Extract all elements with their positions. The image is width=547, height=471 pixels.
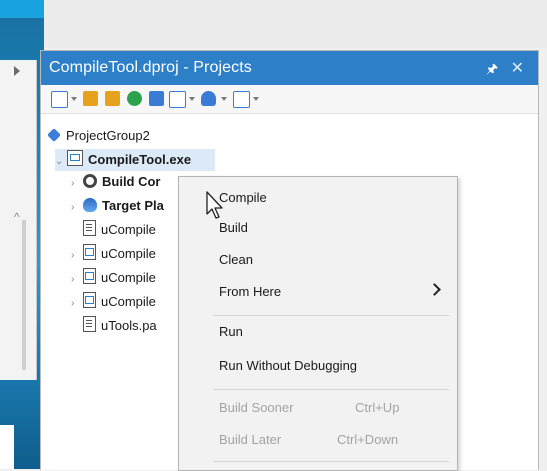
- menu-item-from-here[interactable]: From Here: [219, 281, 281, 303]
- form-file-icon: [83, 244, 96, 260]
- tree-item-target-platforms[interactable]: › Target Pla: [71, 195, 164, 217]
- expand-icon[interactable]: ›: [71, 269, 79, 291]
- menu-item-clean[interactable]: Clean: [219, 249, 253, 271]
- tree-item-unit[interactable]: › uCompile: [71, 243, 156, 265]
- tree-item-label: uTools.pa: [101, 318, 157, 333]
- expand-icon[interactable]: ›: [71, 173, 79, 195]
- shortcut-build-later: Ctrl+Down: [337, 432, 399, 447]
- project-icon: [67, 150, 83, 166]
- expand-icon[interactable]: ›: [71, 197, 79, 219]
- adjacent-window-corner: [0, 425, 14, 469]
- mouse-cursor-icon: [206, 191, 223, 219]
- form-file-icon: [83, 268, 96, 284]
- pin-icon[interactable]: 🖈: [486, 60, 498, 82]
- form-file-icon: [83, 292, 96, 308]
- menu-item-build-later[interactable]: Build Later: [219, 429, 281, 451]
- menu-item-run-without-debugging[interactable]: Run Without Debugging: [219, 355, 357, 377]
- panel-titlebar[interactable]: CompileTool.dproj - Projects 🖈 ✕: [41, 51, 538, 85]
- chevron-down-icon[interactable]: [221, 97, 227, 101]
- tree-item-label: Build Cor: [102, 174, 161, 189]
- tree-item-label: uCompile: [101, 294, 156, 309]
- menu-separator: [213, 389, 449, 390]
- menu-item-compile[interactable]: Compile: [219, 187, 267, 209]
- chevron-down-icon[interactable]: [71, 97, 77, 101]
- window-icon[interactable]: [233, 91, 250, 108]
- project-group-icon: [47, 128, 61, 142]
- expand-icon[interactable]: ›: [71, 293, 79, 315]
- file-icon: [83, 316, 96, 332]
- shortcut-build-sooner: Ctrl+Up: [355, 400, 400, 415]
- tree-item-unit[interactable]: › uCompile: [71, 291, 156, 313]
- tree-item-unit[interactable]: › uCompile: [71, 267, 156, 289]
- panel-title: CompileTool.dproj - Projects: [49, 59, 252, 76]
- refresh-icon[interactable]: [127, 91, 142, 106]
- layers-icon[interactable]: [201, 91, 216, 106]
- menu-item-build[interactable]: Build: [219, 217, 248, 239]
- tree-item-project-group[interactable]: ProjectGroup2: [47, 125, 150, 147]
- tree-item-label: Target Pla: [102, 198, 164, 213]
- desktop-accent: [0, 0, 44, 18]
- expand-arrow-icon[interactable]: [14, 66, 20, 76]
- scroll-up-icon[interactable]: ^: [14, 210, 20, 224]
- adjacent-panel: ^: [0, 60, 37, 380]
- menu-item-run[interactable]: Run: [219, 321, 243, 343]
- close-icon[interactable]: ✕: [511, 58, 524, 78]
- tree-item-unit[interactable]: uTools.pa: [83, 315, 157, 337]
- tree-item-label: uCompile: [101, 222, 156, 237]
- tree-item-build-config[interactable]: › Build Cor: [71, 171, 161, 193]
- target-platform-icon: [83, 198, 97, 212]
- ide-background: [44, 0, 547, 48]
- new-item-icon[interactable]: [51, 91, 68, 108]
- menu-item-build-sooner[interactable]: Build Sooner: [219, 397, 293, 419]
- chevron-down-icon[interactable]: [189, 97, 195, 101]
- open-folder-icon[interactable]: [83, 91, 98, 106]
- build-icon[interactable]: [149, 91, 164, 106]
- projects-toolbar: [41, 85, 538, 114]
- context-menu: Compile Build Clean From Here Run Run Wi…: [178, 176, 458, 471]
- chevron-down-icon[interactable]: [253, 97, 259, 101]
- tree-item-label: uCompile: [101, 270, 156, 285]
- tree-item-unit[interactable]: uCompile: [83, 219, 156, 241]
- tree-item-compiletool[interactable]: ⌄ CompileTool.exe: [55, 149, 215, 171]
- menu-separator: [213, 315, 449, 316]
- expand-icon[interactable]: ›: [71, 245, 79, 267]
- collapse-icon[interactable]: ⌄: [55, 151, 63, 173]
- run-icon[interactable]: [169, 91, 186, 108]
- scrollbar[interactable]: [22, 220, 26, 370]
- tree-item-label: CompileTool.exe: [88, 152, 192, 167]
- folder-icon[interactable]: [105, 91, 120, 106]
- chevron-right-icon: [428, 283, 441, 296]
- tree-item-label: ProjectGroup2: [66, 128, 150, 143]
- gear-icon: [83, 174, 97, 188]
- file-icon: [83, 220, 96, 236]
- menu-separator: [213, 461, 449, 462]
- tree-item-label: uCompile: [101, 246, 156, 261]
